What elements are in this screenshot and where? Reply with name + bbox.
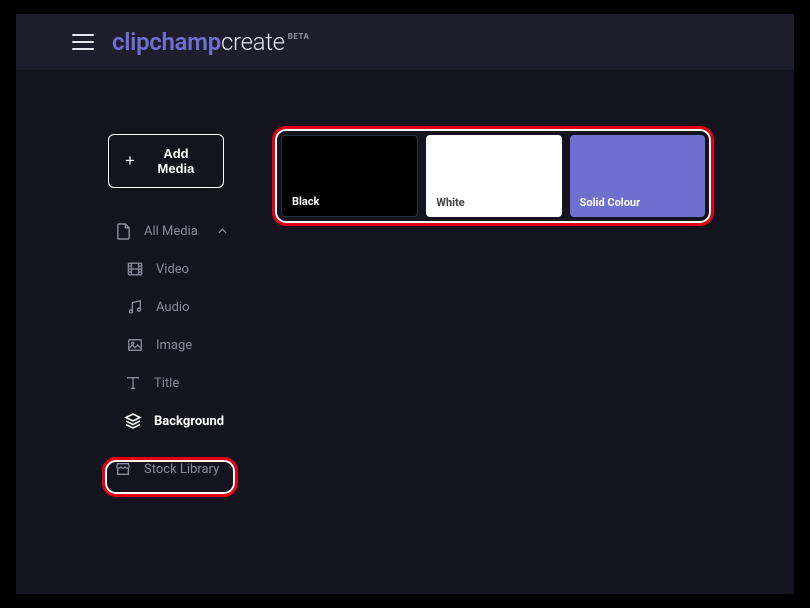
film-icon [126,260,144,278]
sidebar: + Add Media All Media [16,70,264,594]
background-tile-black[interactable]: Black [281,135,418,217]
sidebar-item-title[interactable]: Title [106,364,264,402]
sidebar-item-stock-library[interactable]: Stock Library [106,450,264,488]
sidebar-item-all-media[interactable]: All Media [106,212,264,250]
sidebar-item-background[interactable]: Background [106,402,264,440]
menu-icon[interactable] [72,34,94,50]
backgrounds-highlight: Black White Solid Colour [272,126,714,226]
nav-label: Video [156,262,189,277]
sidebar-item-audio[interactable]: Audio [108,288,264,326]
logo-brand: clipchamp [112,28,221,56]
content-panel: Black White Solid Colour [264,70,794,594]
app-body: + Add Media All Media [16,70,794,594]
layers-icon [124,412,142,430]
nav-label: Stock Library [144,462,219,477]
app-logo: clipchampcreate BETA [112,28,309,56]
tile-label: Black [292,195,319,208]
tile-label: Solid Colour [580,196,640,209]
chevron-up-icon [214,222,232,240]
text-icon [124,374,142,392]
add-media-button[interactable]: + Add Media [108,134,224,188]
sidebar-item-image[interactable]: Image [108,326,264,364]
beta-badge: BETA [288,32,310,41]
store-icon [114,460,132,478]
nav-label: All Media [144,224,198,239]
background-tile-solid-colour[interactable]: Solid Colour [570,135,705,217]
image-icon [126,336,144,354]
logo-product: create [221,28,285,56]
nav-label: Title [154,376,179,391]
tile-label: White [436,196,464,209]
sidebar-item-video[interactable]: Video [108,250,264,288]
document-icon [114,222,132,240]
background-tile-white[interactable]: White [426,135,561,217]
app-header: clipchampcreate BETA [16,14,794,70]
nav-label: Audio [156,300,189,315]
nav-label: Background [154,414,224,429]
add-media-label: Add Media [145,146,207,176]
nav-label: Image [156,338,192,353]
app-window: clipchampcreate BETA + Add Media All Med… [16,14,794,594]
music-icon [126,298,144,316]
